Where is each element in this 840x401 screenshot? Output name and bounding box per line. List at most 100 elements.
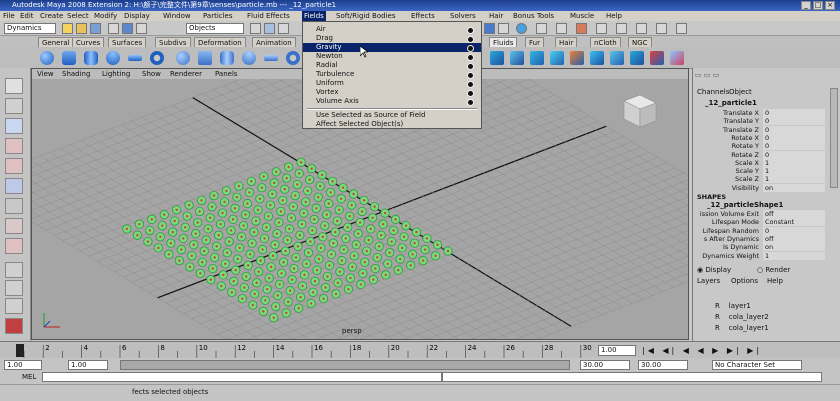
mask-icon-1[interactable] <box>250 23 261 34</box>
view-cube-icon[interactable] <box>623 94 657 128</box>
attr-value[interactable]: 1 <box>763 158 825 167</box>
menu-item-vortex[interactable]: Vortex <box>303 88 481 97</box>
shelf-tab-ngc[interactable]: NGC <box>628 37 652 47</box>
channel-attribute-row[interactable]: Rotate Y 0 <box>693 142 829 151</box>
menu-set-dropdown[interactable]: Dynamics <box>4 23 56 34</box>
hypershade-icon[interactable] <box>616 23 627 34</box>
attr-value[interactable]: off <box>763 234 825 243</box>
mask-icon-2[interactable] <box>264 23 275 34</box>
channel-attribute-row[interactable]: Translate Y 0 <box>693 117 829 126</box>
channel-attribute-row[interactable]: Scale X 1 <box>693 158 829 167</box>
render-radio[interactable]: ○ Render <box>757 266 790 274</box>
layer-row[interactable]: R layer1 <box>715 302 751 310</box>
mel-label[interactable]: MEL <box>22 373 36 381</box>
layer-options-menu[interactable]: Options <box>731 277 758 285</box>
menu-display[interactable]: Display <box>124 11 150 21</box>
channel-attribute-row[interactable]: Rotate Z 0 <box>693 150 829 159</box>
option-box-icon[interactable] <box>467 81 474 88</box>
shelf-tab-animation[interactable]: Animation <box>252 37 296 47</box>
nurbs-cone-icon[interactable] <box>106 51 120 65</box>
shape-attribute-row[interactable]: Is Dynamic on <box>693 243 829 252</box>
hypershade-layout-icon[interactable] <box>5 318 23 334</box>
poly-plane-icon[interactable] <box>264 55 278 61</box>
channel-attribute-row[interactable]: Scale Y 1 <box>693 167 829 176</box>
option-box-icon[interactable] <box>467 63 474 70</box>
paint-select-tool-icon[interactable] <box>5 118 23 134</box>
nurbs-plane-icon[interactable] <box>128 55 142 61</box>
layers-menu[interactable]: Layers <box>697 277 720 285</box>
option-box-icon[interactable] <box>467 54 474 61</box>
nurbs-torus-icon[interactable] <box>150 51 164 65</box>
selection-mask-dropdown[interactable]: Objects <box>186 23 244 34</box>
layer-row[interactable]: R cola_layer1 <box>715 324 769 332</box>
new-scene-icon[interactable] <box>62 23 73 34</box>
menu-help[interactable]: Help <box>606 11 622 21</box>
animation-end-field[interactable]: 30.00 <box>638 360 688 370</box>
playback-start-field[interactable]: 1.00 <box>68 360 108 370</box>
poly-cone-icon[interactable] <box>242 51 256 65</box>
select-tool-icon[interactable] <box>5 78 23 94</box>
render-icon[interactable] <box>556 23 567 34</box>
option-box-icon[interactable] <box>467 27 474 34</box>
menu-item-radial[interactable]: Radial <box>303 61 481 70</box>
character-set-dropdown[interactable]: No Character Set <box>712 360 802 370</box>
lasso-tool-icon[interactable] <box>5 98 23 114</box>
menu-item-newton[interactable]: Newton <box>303 52 481 61</box>
viewport-menu-show[interactable]: Show <box>142 69 161 79</box>
channels-menu[interactable]: Channels <box>697 88 729 96</box>
nurbs-sphere-icon[interactable] <box>40 51 54 65</box>
menu-item-volume-axis[interactable]: Volume Axis <box>303 97 481 106</box>
option-box-icon[interactable] <box>467 36 474 43</box>
mask-icon-3[interactable] <box>278 23 289 34</box>
attribute-editor-icon[interactable] <box>636 23 647 34</box>
attr-value[interactable]: 0 <box>763 142 825 151</box>
last-tool-icon[interactable] <box>5 238 23 254</box>
soft-mod-tool-icon[interactable] <box>5 218 23 234</box>
menu-item-air[interactable]: Air <box>303 25 481 34</box>
menu-fluid-effects[interactable]: Fluid Effects <box>247 11 290 21</box>
ipr-render-icon[interactable] <box>576 23 587 34</box>
attr-value[interactable]: 1 <box>763 175 825 184</box>
menu-window[interactable]: Window <box>163 11 191 21</box>
current-frame-field[interactable]: 1.00 <box>598 345 636 356</box>
channel-attribute-row[interactable]: Visibility on <box>693 183 829 192</box>
menu-edit[interactable]: Edit <box>20 11 34 21</box>
menu-item-use-selected-source[interactable]: Use Selected as Source of Field <box>303 111 481 120</box>
menu-effects[interactable]: Effects <box>411 11 435 21</box>
nurbs-cube-icon[interactable] <box>62 51 76 65</box>
shelf-tab-subdivs[interactable]: Subdivs <box>155 37 191 47</box>
poly-cube-icon[interactable] <box>198 51 212 65</box>
shelf-tab-hair[interactable]: Hair <box>555 37 578 47</box>
menu-item-gravity[interactable]: Gravity <box>303 43 481 52</box>
snap-curve-icon[interactable] <box>498 23 509 34</box>
playback-end-field[interactable]: 30.00 <box>580 360 630 370</box>
select-component-icon[interactable] <box>136 23 147 34</box>
render-settings-icon[interactable] <box>596 23 607 34</box>
playback-controls[interactable]: |◀ ◀| ◀ ◀ ▶ ▶| ▶| <box>642 345 838 356</box>
single-view-icon[interactable] <box>5 262 23 278</box>
menu-item-turbulence[interactable]: Turbulence <box>303 70 481 79</box>
fluid-2d-icon[interactable] <box>510 51 524 65</box>
menu-muscle[interactable]: Muscle <box>570 11 594 21</box>
channel-box-scrollbar[interactable] <box>830 88 838 188</box>
channel-attribute-row[interactable]: Scale Z 1 <box>693 175 829 184</box>
attr-value[interactable]: 0 <box>763 150 825 159</box>
persp-outliner-icon[interactable] <box>5 298 23 314</box>
channel-attribute-row[interactable]: Translate X 0 <box>693 109 829 117</box>
poly-torus-icon[interactable] <box>286 51 300 65</box>
manipulator-tool-icon[interactable] <box>5 198 23 214</box>
animation-start-field[interactable]: 1.00 <box>4 360 42 370</box>
rotate-tool-icon[interactable] <box>5 158 23 174</box>
attr-value[interactable]: off <box>763 210 825 218</box>
menu-item-uniform[interactable]: Uniform <box>303 79 481 88</box>
option-box-icon[interactable] <box>467 99 474 106</box>
select-object-icon[interactable] <box>122 23 133 34</box>
shelf-tab-surfaces[interactable]: Surfaces <box>108 37 147 47</box>
poly-sphere-icon[interactable] <box>176 51 190 65</box>
fluid-paint-icon[interactable] <box>630 51 644 65</box>
shelf-tab-fur[interactable]: Fur <box>525 37 544 47</box>
time-slider[interactable]: 2 4 6 8 10 12 14 16 18 20 22 24 26 28 30 1.00 |◀ ◀| ◀ … <box>0 341 840 359</box>
shape-attribute-row[interactable]: ission Volume Exit off <box>693 210 829 218</box>
fluid-boat-icon[interactable] <box>650 51 664 65</box>
shape-attribute-row[interactable]: Lifespan Mode Constant <box>693 218 829 227</box>
